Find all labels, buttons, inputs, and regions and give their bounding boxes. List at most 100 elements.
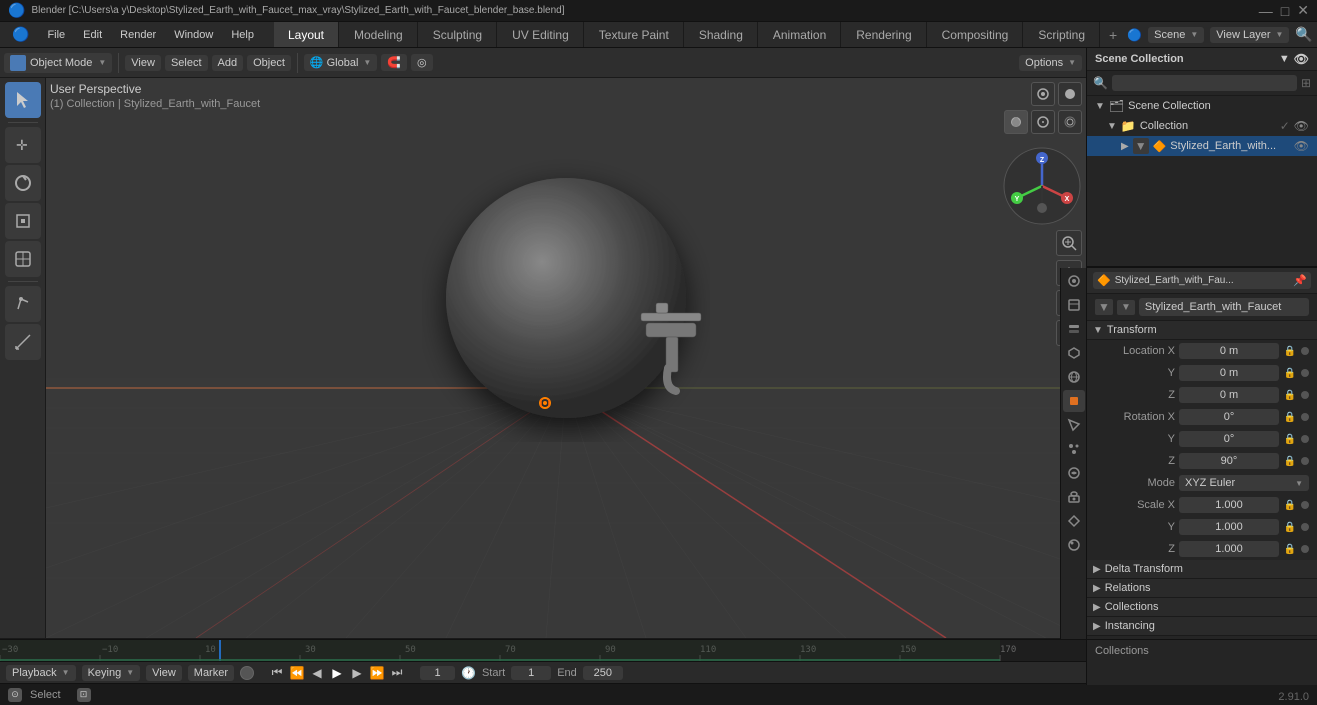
rotation-y-lock[interactable]: 🔒 [1283, 432, 1297, 446]
scene-props-icon[interactable] [1063, 342, 1085, 364]
rotation-z-value[interactable]: 90° [1179, 453, 1279, 469]
delta-transform-header[interactable]: ▶ Delta Transform [1087, 560, 1317, 579]
location-z-lock[interactable]: 🔒 [1283, 388, 1297, 402]
location-x-value[interactable]: 0 m [1179, 343, 1279, 359]
outliner-object-earth[interactable]: ▶ ▼ 🔶 Stylized_Earth_with... 👁 [1087, 136, 1317, 156]
start-frame-field[interactable]: 1 [511, 666, 551, 680]
workspace-tab-shading[interactable]: Shading [685, 22, 758, 47]
jump-end-btn[interactable]: ⏭ [388, 664, 406, 682]
prev-keyframe-btn[interactable]: ⏪ [288, 664, 306, 682]
object-mode-dropdown[interactable]: Object Mode ▼ [4, 53, 112, 73]
object-dropdown[interactable]: ▼ [1117, 300, 1135, 315]
workspace-tab-texture-paint[interactable]: Texture Paint [585, 22, 684, 47]
location-x-lock[interactable]: 🔒 [1283, 344, 1297, 358]
current-frame-field[interactable]: 1 [420, 666, 455, 680]
outliner-scene-collection[interactable]: ▼ 🗂 Scene Collection [1087, 96, 1317, 116]
topright-filter-icon[interactable]: 🔍 [1295, 26, 1312, 43]
menu-help[interactable]: Help [223, 27, 262, 43]
menu-window[interactable]: Window [166, 27, 221, 43]
rotation-mode-value[interactable]: XYZ Euler ▼ [1179, 475, 1309, 491]
modifier-props-icon[interactable] [1063, 414, 1085, 436]
scale-y-value[interactable]: 1.000 [1179, 519, 1279, 535]
scale-z-value[interactable]: 1.000 [1179, 541, 1279, 557]
proportional-editing[interactable]: ◎ [411, 54, 433, 71]
tool-scale[interactable] [5, 203, 41, 239]
workspace-tab-animation[interactable]: Animation [759, 22, 841, 47]
step-back-btn[interactable]: ◀ [308, 664, 326, 682]
workspace-tab-layout[interactable]: Layout [274, 22, 339, 47]
view-menu[interactable]: View [125, 55, 161, 71]
location-z-value[interactable]: 0 m [1179, 387, 1279, 403]
xray-btn[interactable] [1058, 110, 1082, 134]
rotation-x-value[interactable]: 0° [1179, 409, 1279, 425]
tool-move[interactable]: ✛ [5, 127, 41, 163]
shading-solid-btn[interactable] [1004, 110, 1028, 134]
minimize-btn[interactable]: — [1259, 3, 1273, 19]
pin-icon[interactable]: 📌 [1293, 274, 1307, 287]
outliner-collection[interactable]: ▼ 📁 Collection ✓ 👁 [1087, 116, 1317, 136]
snap-controls[interactable]: 🧲 [381, 54, 407, 71]
rotation-z-lock[interactable]: 🔒 [1283, 454, 1297, 468]
render-props-icon[interactable] [1063, 270, 1085, 292]
display-mode-btn[interactable] [1058, 82, 1082, 106]
scale-x-value[interactable]: 1.000 [1179, 497, 1279, 513]
camera-view-btn[interactable] [1031, 82, 1055, 106]
workspace-tab-sculpting[interactable]: Sculpting [419, 22, 497, 47]
outliner-filter-icon[interactable]: ▼ [1279, 53, 1290, 65]
scene-selector[interactable]: Scene ▼ [1148, 27, 1204, 43]
workspace-tab-uv-editing[interactable]: UV Editing [498, 22, 584, 47]
workspace-tab-modeling[interactable]: Modeling [340, 22, 418, 47]
workspace-add-tab[interactable]: + [1101, 22, 1125, 47]
collection-vis-icon[interactable]: ✓ [1280, 119, 1290, 133]
zoom-btn[interactable] [1056, 230, 1082, 256]
3d-viewport[interactable]: User Perspective (1) Collection | Styliz… [46, 78, 1086, 638]
outliner-search-input[interactable] [1112, 75, 1297, 91]
tool-measure[interactable] [5, 324, 41, 360]
tool-select-box[interactable] [5, 82, 41, 118]
menu-file[interactable]: File [39, 27, 73, 43]
tool-annotate[interactable] [5, 286, 41, 322]
global-transform[interactable]: 🌐 Global ▼ [304, 54, 377, 71]
workspace-tab-scripting[interactable]: Scripting [1024, 22, 1100, 47]
rotation-x-lock[interactable]: 🔒 [1283, 410, 1297, 424]
close-btn[interactable]: ✕ [1297, 2, 1309, 19]
scale-y-lock[interactable]: 🔒 [1283, 520, 1297, 534]
collections-header[interactable]: ▶ Collections [1087, 598, 1317, 617]
next-keyframe-btn[interactable]: ⏩ [368, 664, 386, 682]
instancing-header[interactable]: ▶ Instancing [1087, 617, 1317, 636]
viewport-overlays-btn[interactable] [1031, 110, 1055, 134]
keying-menu[interactable]: Keying ▼ [82, 665, 141, 681]
record-btn[interactable] [240, 666, 254, 680]
constraints-props-icon[interactable] [1063, 486, 1085, 508]
menu-render[interactable]: Render [112, 27, 164, 43]
world-props-icon[interactable] [1063, 366, 1085, 388]
scale-x-lock[interactable]: 🔒 [1283, 498, 1297, 512]
maximize-btn[interactable]: □ [1281, 3, 1289, 19]
outliner-eye-icon[interactable]: 👁 [1294, 52, 1309, 66]
options-btn[interactable]: Options ▼ [1019, 55, 1082, 71]
object-vis-icon[interactable]: 👁 [1294, 139, 1309, 153]
add-menu[interactable]: Add [212, 55, 244, 71]
step-forward-btn[interactable]: ▶ [348, 664, 366, 682]
tool-transform[interactable] [5, 241, 41, 277]
viewlayer-selector[interactable]: View Layer ▼ [1210, 27, 1289, 43]
end-frame-field[interactable]: 250 [583, 666, 623, 680]
relations-header[interactable]: ▶ Relations [1087, 579, 1317, 598]
data-props-icon[interactable] [1063, 510, 1085, 532]
location-y-lock[interactable]: 🔒 [1283, 366, 1297, 380]
select-menu[interactable]: Select [165, 55, 208, 71]
workspace-tab-rendering[interactable]: Rendering [842, 22, 926, 47]
tool-rotate[interactable] [5, 165, 41, 201]
object-menu[interactable]: Object [247, 55, 291, 71]
rotation-y-value[interactable]: 0° [1179, 431, 1279, 447]
location-y-value[interactable]: 0 m [1179, 365, 1279, 381]
scale-z-lock[interactable]: 🔒 [1283, 542, 1297, 556]
play-btn[interactable]: ▶ [328, 664, 346, 682]
object-name-field[interactable]: Stylized_Earth_with_Faucet [1139, 298, 1309, 316]
view-layer-props-icon[interactable] [1063, 318, 1085, 340]
jump-start-btn[interactable]: ⏮ [268, 664, 286, 682]
view-timeline-menu[interactable]: View [146, 665, 182, 681]
workspace-tab-compositing[interactable]: Compositing [928, 22, 1024, 47]
object-props-icon[interactable] [1063, 390, 1085, 412]
menu-edit[interactable]: Edit [75, 27, 110, 43]
